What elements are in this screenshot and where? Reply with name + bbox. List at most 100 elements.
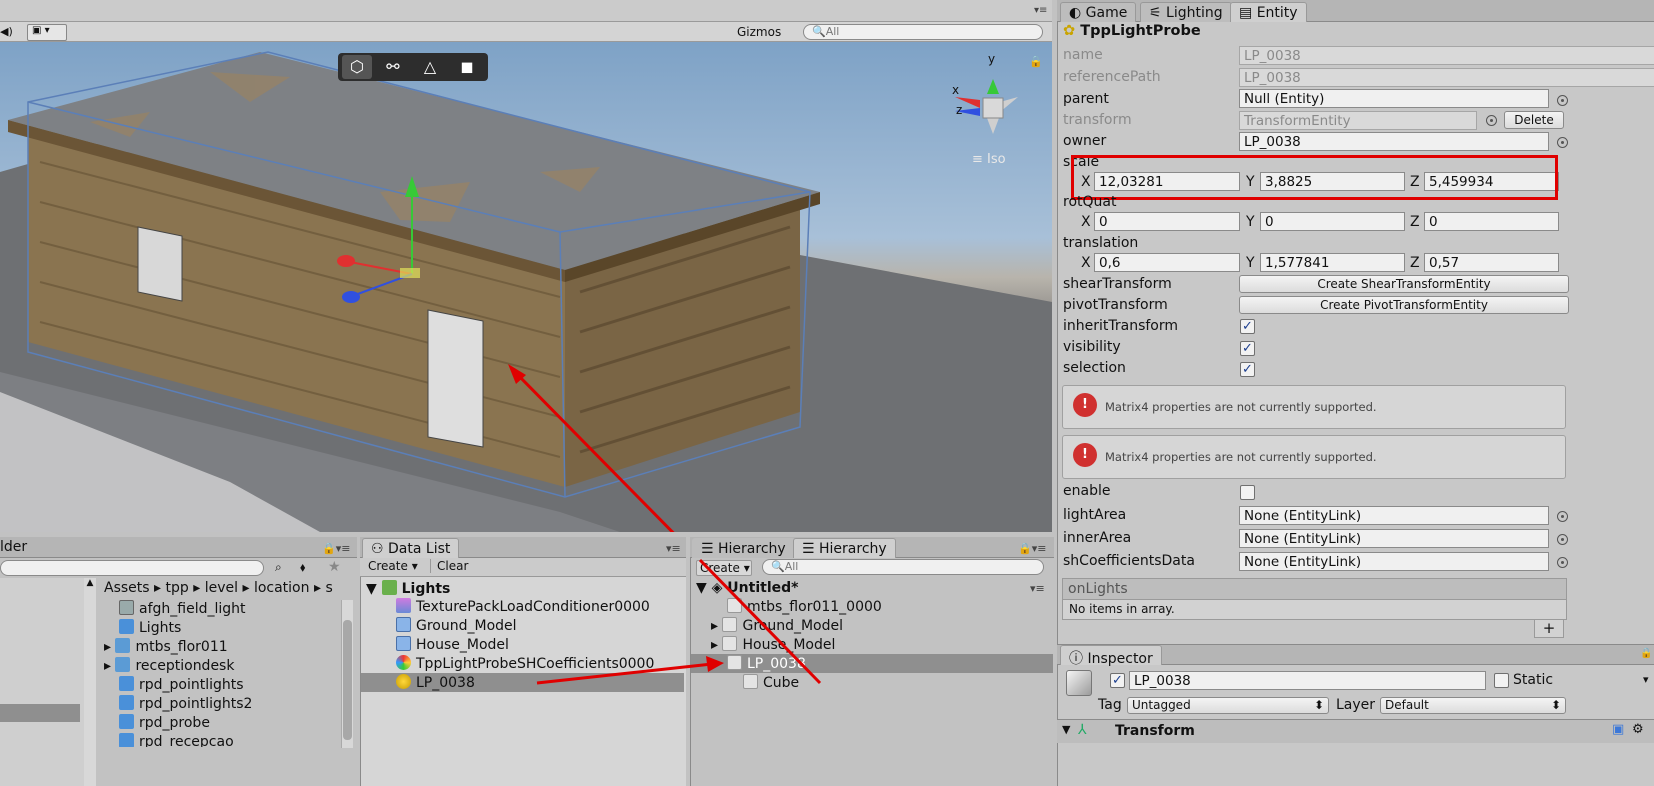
hierarchy-item[interactable]: ▸ House_Model [711, 636, 835, 655]
tab-entity[interactable]: ▤ Entity [1230, 2, 1307, 22]
inherittransform-checkbox[interactable]: ✓ [1240, 319, 1255, 334]
datalist-menu-icon[interactable]: ▾≡ [666, 542, 681, 555]
edge-tool-icon[interactable]: △ [415, 55, 445, 79]
hierarchy-item[interactable]: ▸ Ground_Model [711, 617, 843, 636]
audio-toggle-icon[interactable]: ◀) [0, 25, 18, 40]
transform-field[interactable]: TransformEntity [1239, 111, 1477, 130]
innerarea-field[interactable]: None (EntityLink) [1239, 529, 1549, 548]
asset-item[interactable]: ▸ mtbs_flor011 [104, 638, 228, 657]
hierarchy-item[interactable]: mtbs_flor011_0000 [727, 598, 882, 617]
sheartransform-label: shearTransform [1063, 276, 1172, 292]
datalist-create-button[interactable]: Create ▾ [368, 559, 418, 573]
asset-item[interactable]: afgh_field_light [119, 600, 246, 619]
filter-label-icon[interactable]: ⬧ [300, 560, 305, 575]
asset-item[interactable]: Lights [119, 619, 181, 638]
shcoefficients-field[interactable]: None (EntityLink) [1239, 552, 1549, 571]
iso-label[interactable]: ≡ Iso [972, 152, 1006, 167]
asset-item[interactable]: ▸ receptiondesk [104, 657, 234, 676]
tree-scrollbar[interactable]: ▲ [84, 578, 96, 786]
breadcrumb-item[interactable]: tpp [166, 580, 189, 596]
asset-item[interactable]: rpd_recepcao [119, 733, 234, 747]
hierarchy-scene[interactable]: ▼ ◈ Untitled* [696, 580, 798, 599]
gizmos-dropdown[interactable]: Gizmos ▾ [733, 24, 791, 55]
asset-item[interactable]: rpd_pointlights2 [119, 695, 252, 714]
breadcrumb-item[interactable]: s [325, 580, 332, 596]
tag-dropdown[interactable]: Untagged ⬍ [1127, 697, 1329, 714]
hierarchy-menu-icon[interactable]: 🔒▾≡ [1018, 542, 1046, 555]
datalist-item[interactable]: Ground_Model [396, 617, 517, 636]
folder-tree-selection[interactable] [0, 704, 80, 722]
parent-picker-icon[interactable] [1557, 95, 1568, 106]
scene-tab-menu-icon[interactable]: ▾≡ [1034, 5, 1047, 16]
lightarea-field[interactable]: None (EntityLink) [1239, 506, 1549, 525]
face-tool-icon[interactable]: ◼ [452, 55, 482, 79]
add-item-button[interactable]: + [1534, 620, 1564, 638]
datalist-root[interactable]: ▼ Lights [366, 580, 450, 599]
datalist-item[interactable]: TppLightProbeSHCoefficients0000 [396, 655, 654, 674]
tab-lighting[interactable]: ⚟ Lighting [1140, 2, 1232, 22]
scene-search-input[interactable]: 🔍All [803, 24, 1043, 40]
favorite-star-icon[interactable]: ★ [328, 559, 341, 575]
trans-z-field[interactable]: 0,57 [1424, 253, 1559, 272]
tab-datalist[interactable]: ⚇ Data List [362, 538, 460, 558]
hierarchy-item-selected[interactable]: LP_0038 [727, 655, 806, 674]
asset-scrollbar[interactable] [341, 600, 353, 748]
parent-field[interactable]: Null (Entity) [1239, 89, 1549, 108]
object-name-field[interactable]: LP_0038 [1129, 671, 1486, 690]
rot-x-field[interactable]: 0 [1094, 212, 1240, 231]
owner-field[interactable]: LP_0038 [1239, 132, 1549, 151]
datalist-item[interactable]: TexturePackLoadConditioner0000 [396, 598, 650, 617]
component-help-icon[interactable]: ▣ [1612, 722, 1624, 737]
enable-checkbox[interactable] [1240, 485, 1255, 500]
foldout-arrow-icon[interactable]: ▼ [1062, 723, 1070, 736]
project-tab[interactable]: lder [0, 539, 27, 555]
owner-picker-icon[interactable] [1557, 137, 1568, 148]
asset-item[interactable]: rpd_probe [119, 714, 210, 733]
trans-x-field[interactable]: 0,6 [1094, 253, 1240, 272]
name-field[interactable]: LP_0038 [1239, 46, 1654, 65]
delete-button[interactable]: Delete [1504, 111, 1564, 129]
create-shear-button[interactable]: Create ShearTransformEntity [1239, 275, 1569, 293]
project-menu-icon[interactable]: 🔒▾≡ [322, 542, 350, 555]
referencepath-field[interactable]: LP_0038 [1239, 68, 1654, 87]
layer-dropdown[interactable]: Default ⬍ [1380, 697, 1566, 714]
trans-y-field[interactable]: 1,577841 [1260, 253, 1405, 272]
filter-type-icon[interactable]: ⌕ [275, 560, 282, 575]
tab-hierarchy-1[interactable]: ☰ Hierarchy [692, 538, 795, 558]
datalist-clear-button[interactable]: Clear [430, 559, 468, 573]
tab-game[interactable]: ◐ Game [1060, 2, 1137, 22]
vertex-tool-icon[interactable]: ⚯ [378, 55, 408, 79]
static-dropdown-icon[interactable]: ▾ [1643, 673, 1649, 686]
rot-z-field[interactable]: 0 [1424, 212, 1559, 231]
create-pivot-button[interactable]: Create PivotTransformEntity [1239, 296, 1569, 314]
breadcrumb-item[interactable]: level [205, 580, 238, 596]
scene-menu-icon[interactable]: ▾≡ [1030, 582, 1045, 595]
datalist-item[interactable]: House_Model [396, 636, 509, 655]
cube-tool-icon[interactable]: ⬡ [342, 55, 372, 79]
scene-viewport[interactable] [0, 42, 1052, 532]
selection-checkbox[interactable]: ✓ [1240, 362, 1255, 377]
rot-y-field[interactable]: 0 [1260, 212, 1405, 231]
component-settings-icon[interactable]: ⚙ [1632, 722, 1644, 737]
hierarchy-item[interactable]: Cube [743, 674, 799, 693]
inspector-lock-icon[interactable]: 🔒 [1640, 648, 1652, 659]
hierarchy-search-input[interactable]: 🔍All [762, 559, 1044, 575]
shcoefficients-picker-icon[interactable] [1557, 557, 1568, 568]
transform-picker-icon[interactable] [1486, 115, 1497, 126]
breadcrumb-item[interactable]: Assets [104, 580, 150, 596]
hierarchy-create-button[interactable]: Create ▾ [696, 560, 752, 576]
asset-item[interactable]: rpd_pointlights [119, 676, 244, 695]
static-checkbox[interactable] [1494, 673, 1509, 688]
effects-toggle-icon[interactable]: ▣ ▾ [27, 24, 67, 41]
visibility-checkbox[interactable]: ✓ [1240, 341, 1255, 356]
enable-label: enable [1063, 483, 1111, 499]
project-search-input[interactable] [0, 560, 264, 576]
breadcrumb-item[interactable]: location [254, 580, 310, 596]
tab-inspector[interactable]: ⓘ Inspector [1060, 645, 1162, 667]
datalist-item-selected[interactable]: LP_0038 [396, 674, 475, 693]
active-checkbox[interactable]: ✓ [1110, 673, 1125, 688]
tab-hierarchy-2[interactable]: ☰ Hierarchy [793, 538, 896, 558]
innerarea-picker-icon[interactable] [1557, 534, 1568, 545]
lightarea-picker-icon[interactable] [1557, 511, 1568, 522]
lock-icon[interactable]: 🔒 [1029, 55, 1043, 68]
